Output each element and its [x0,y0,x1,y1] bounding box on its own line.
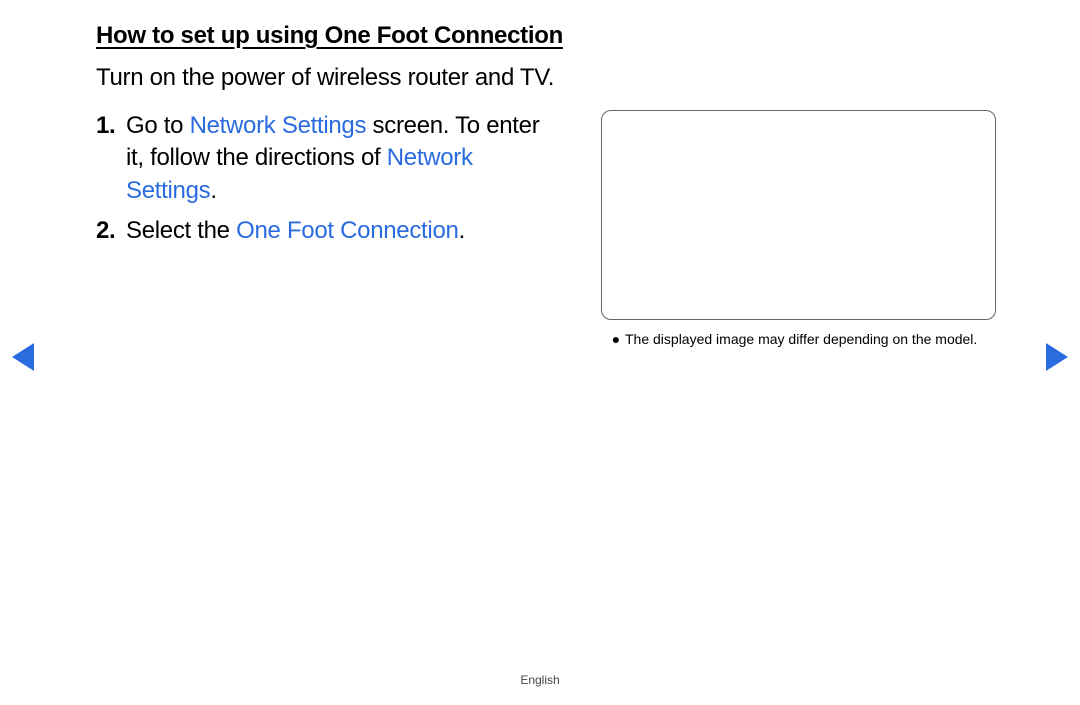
steps-column: 1.Go to Network Settings screen. To ente… [96,110,561,349]
step-text: . [210,177,216,204]
step-text: Go to [126,112,190,139]
highlight-text: Network Settings [190,112,367,139]
image-column: ● The displayed image may differ dependi… [601,110,996,349]
page-content: How to set up using One Foot Connection … [96,22,1026,349]
page-title: How to set up using One Foot Connection [96,22,1026,50]
step-1: 1.Go to Network Settings screen. To ente… [96,110,561,207]
step-number: 1. [96,110,126,207]
caption-bullet: ● [607,330,625,349]
image-caption: ● The displayed image may differ dependi… [601,330,996,349]
image-placeholder [601,110,996,320]
step-text: . [459,217,465,244]
caption-text: The displayed image may differ depending… [625,330,977,349]
step-body: Go to Network Settings screen. To enter … [126,110,561,207]
step-number: 2. [96,215,126,247]
footer-language: English [0,673,1080,687]
step-body: Select the One Foot Connection. [126,215,465,247]
intro-text: Turn on the power of wireless router and… [96,64,1026,92]
step-2: 2.Select the One Foot Connection. [96,215,561,247]
step-text: Select the [126,217,236,244]
prev-page-arrow-icon[interactable] [12,343,34,371]
highlight-text: One Foot Connection [236,217,458,244]
next-page-arrow-icon[interactable] [1046,343,1068,371]
columns: 1.Go to Network Settings screen. To ente… [96,110,1026,349]
